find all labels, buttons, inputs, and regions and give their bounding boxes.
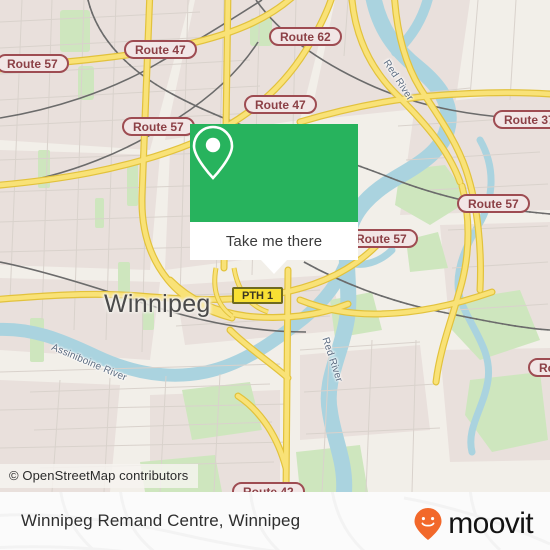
popup-header bbox=[190, 124, 358, 222]
popup-action-row[interactable]: Take me there bbox=[190, 222, 358, 260]
map-canvas[interactable]: Winnipeg Red River Red River Assiniboine… bbox=[0, 0, 550, 492]
route-shield-62[interactable]: Route 62 bbox=[269, 27, 342, 46]
highway-shield-pth-1[interactable]: PTH 1 bbox=[232, 287, 284, 304]
route-shield-57-east[interactable]: Route 57 bbox=[457, 194, 530, 213]
moovit-pin-icon bbox=[414, 508, 442, 540]
footer-bar: Winnipeg Remand Centre, Winnipeg moovit bbox=[0, 492, 550, 550]
moovit-map-screenshot: Winnipeg Red River Red River Assiniboine… bbox=[0, 0, 550, 550]
route-shield-42-south[interactable]: Route 42 bbox=[232, 482, 305, 492]
map-pin-icon bbox=[192, 125, 234, 180]
route-shield-57-west[interactable]: Route 57 bbox=[0, 54, 69, 73]
route-shield-37[interactable]: Route 37 bbox=[493, 110, 550, 129]
place-title: Winnipeg Remand Centre, Winnipeg bbox=[21, 511, 301, 530]
route-shield-57-northwest[interactable]: Route 57 bbox=[122, 117, 195, 136]
route-shield-47-central[interactable]: Route 47 bbox=[244, 95, 317, 114]
moovit-brand[interactable]: moovit bbox=[413, 507, 534, 541]
route-shield-47-north[interactable]: Route 47 bbox=[124, 40, 197, 59]
take-me-there-label: Take me there bbox=[225, 232, 323, 250]
map-attribution[interactable]: © OpenStreetMap contributors bbox=[0, 464, 199, 488]
route-shield-57-southeast[interactable]: Route 57 bbox=[528, 358, 550, 377]
destination-popup-card[interactable]: Take me there bbox=[190, 124, 358, 274]
moovit-wordmark: moovit bbox=[448, 507, 533, 540]
popup-pointer-tail bbox=[261, 260, 287, 274]
